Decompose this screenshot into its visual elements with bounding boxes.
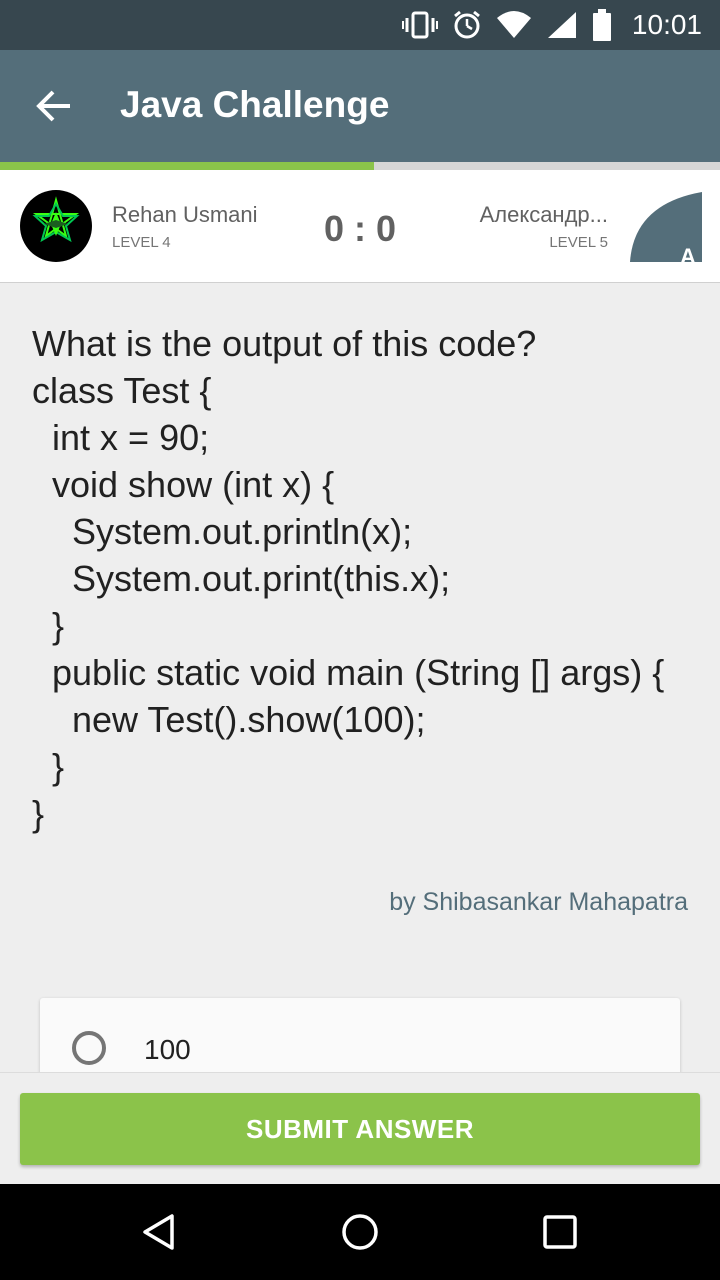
player2-avatar[interactable]: A — [630, 190, 702, 262]
player1-level: LEVEL 4 — [112, 234, 171, 251]
navigation-bar — [0, 1184, 720, 1280]
nav-home-button[interactable] — [328, 1200, 392, 1264]
answer-radio[interactable] — [72, 1031, 106, 1065]
submit-answer-button[interactable]: SUBMIT ANSWER — [20, 1093, 700, 1165]
player2-level: LEVEL 5 — [549, 234, 608, 251]
score: 0 : 0 — [323, 208, 397, 249]
wifi-icon — [496, 11, 531, 38]
player2-name: Александр... — [479, 202, 608, 227]
star-logo-icon — [32, 196, 80, 243]
nav-home-icon — [342, 1214, 378, 1250]
status-time: 10:01 — [631, 9, 702, 40]
battery-icon — [592, 9, 611, 41]
player1-name: Rehan Usmani — [112, 202, 258, 227]
nav-recents-icon — [543, 1215, 577, 1249]
players-header: Rehan Usmani LEVEL 4 0 : 0 Александр... … — [0, 170, 720, 283]
signal-icon — [547, 12, 576, 38]
answer-label: 100 — [144, 1034, 191, 1065]
question-author: by Shibasankar Mahapatra — [389, 888, 688, 916]
alarm-icon — [453, 10, 480, 39]
nav-back-button[interactable] — [128, 1200, 192, 1264]
submit-panel: SUBMIT ANSWER — [0, 1072, 720, 1185]
vibrate-icon — [401, 11, 438, 39]
nav-recents-button[interactable] — [528, 1200, 592, 1264]
app-bar: Java Challenge — [0, 50, 720, 162]
nav-back-icon — [143, 1214, 174, 1250]
screen: 10:01 Java Challenge Rehan Usmani LEVEL … — [0, 0, 720, 1280]
player2-avatar-letter: A — [680, 244, 696, 262]
progress-fill — [0, 162, 375, 170]
back-button[interactable] — [22, 74, 86, 138]
player2-avatar-image: A — [630, 192, 702, 262]
status-bar: 10:01 — [0, 0, 720, 50]
arrow-back-icon — [36, 90, 70, 122]
player1-avatar[interactable] — [20, 190, 92, 262]
status-icons: 10:01 — [401, 0, 702, 50]
app-title: Java Challenge — [120, 84, 390, 125]
progress-bar — [0, 162, 720, 170]
question-text: What is the output of this code? class T… — [32, 323, 665, 834]
